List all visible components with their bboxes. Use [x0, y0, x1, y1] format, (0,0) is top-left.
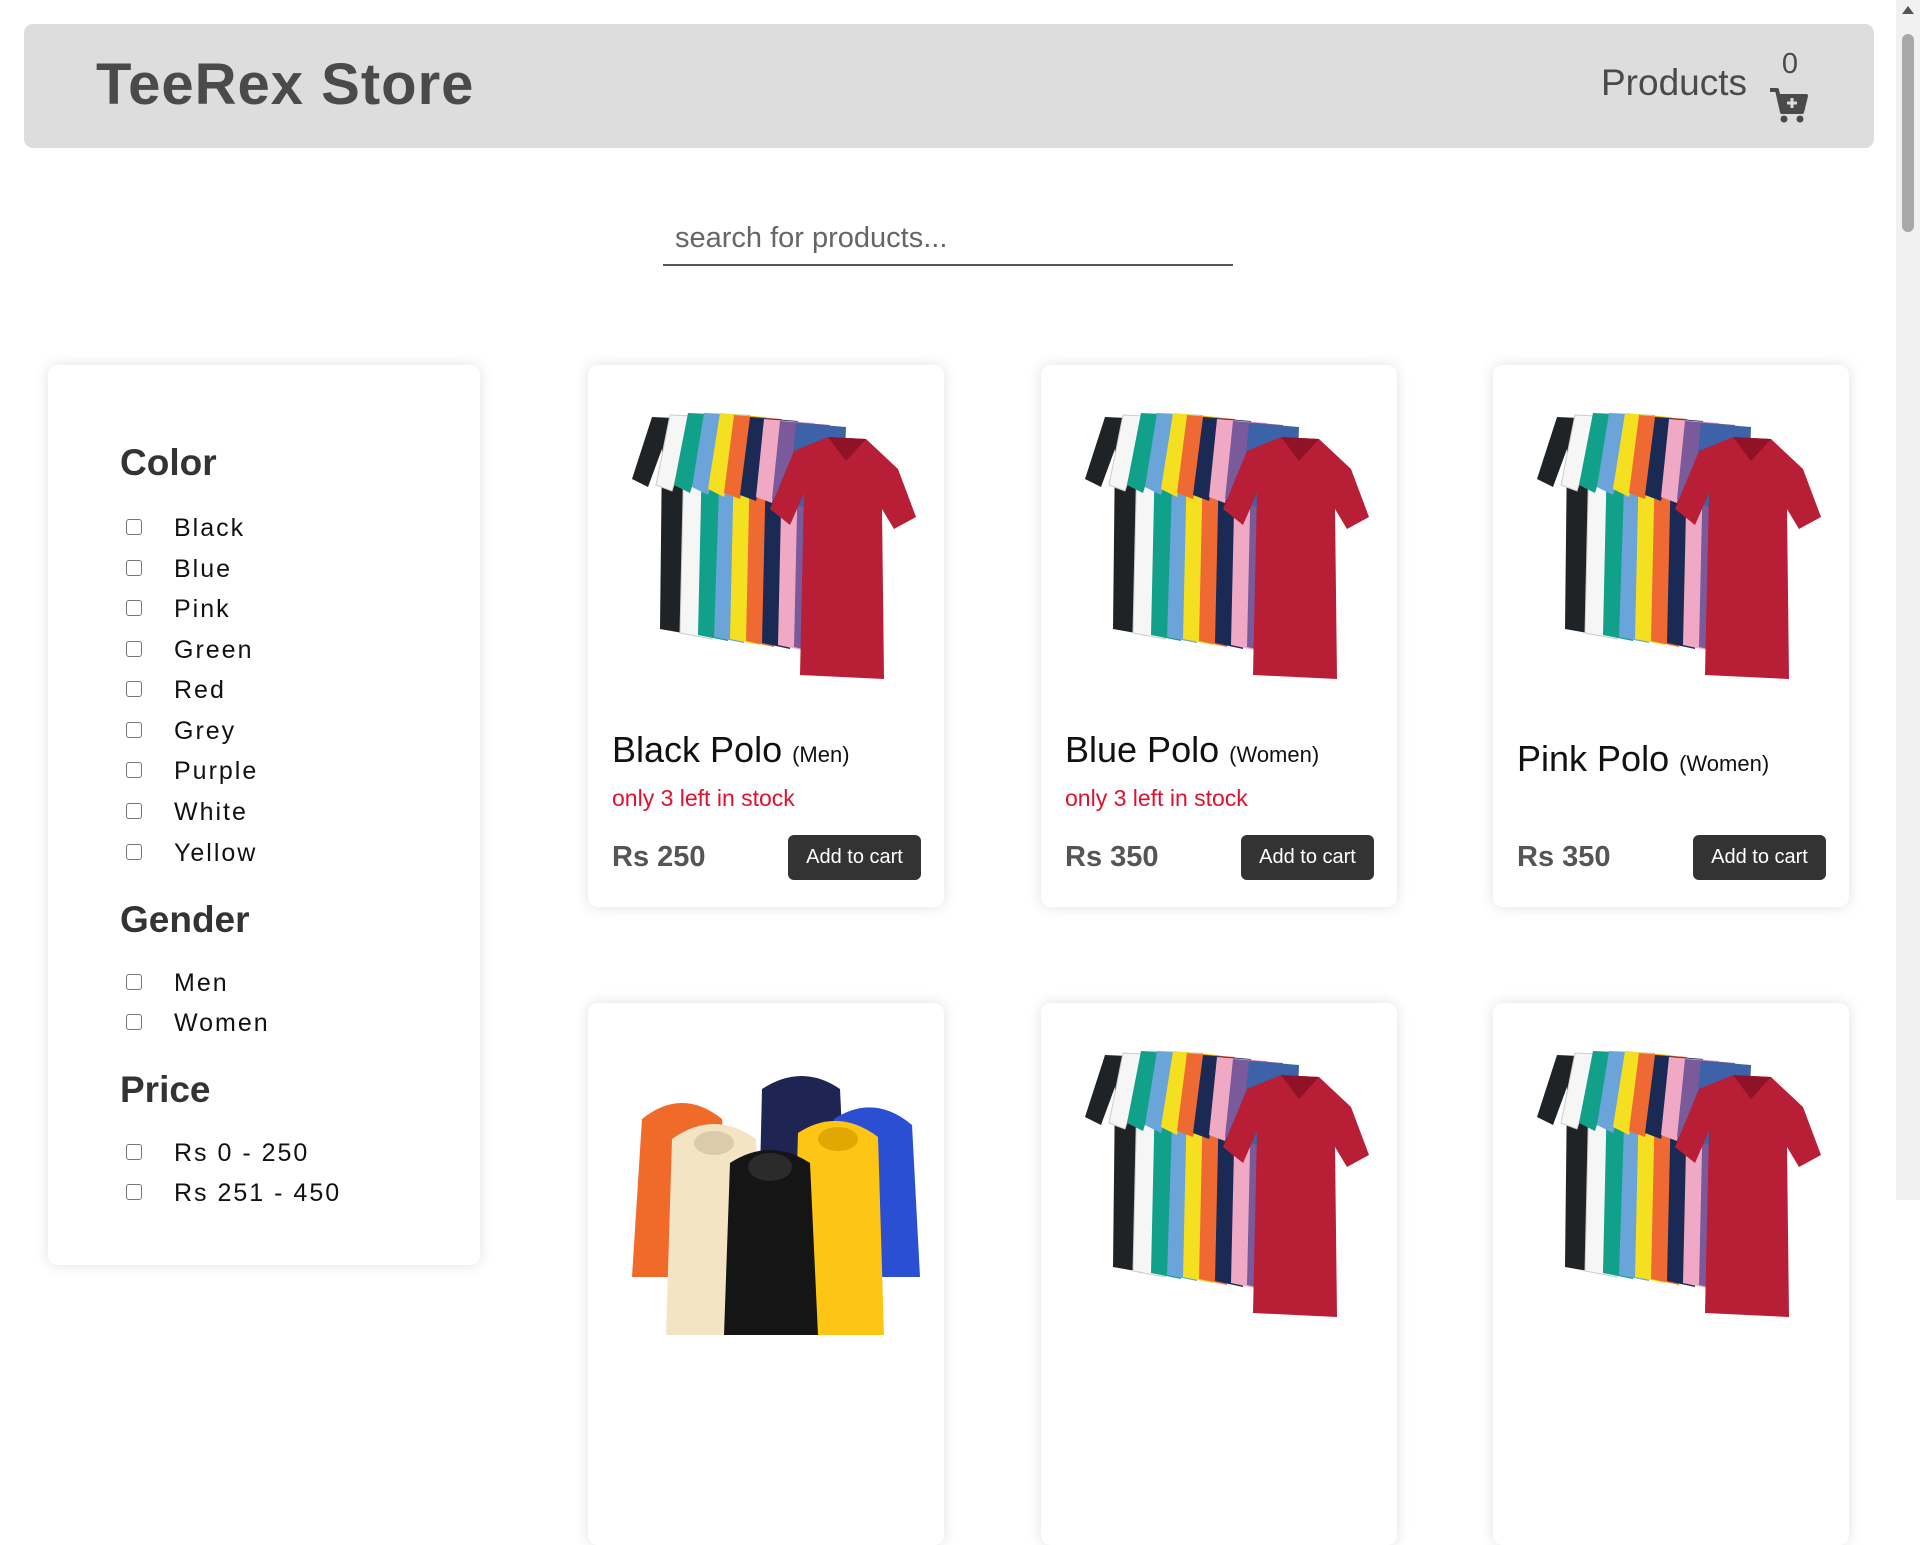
price-option-0-250[interactable]: Rs 0 - 250 — [126, 1137, 446, 1169]
nav-products-link[interactable]: Products — [1601, 64, 1747, 101]
checkbox[interactable] — [126, 600, 142, 616]
checkbox[interactable] — [126, 1144, 142, 1160]
product-card — [1493, 1003, 1849, 1545]
product-card — [1041, 1003, 1397, 1545]
product-image — [612, 1027, 920, 1335]
checkbox[interactable] — [126, 1184, 142, 1200]
gender-option-men[interactable]: Men — [126, 967, 446, 999]
checkbox[interactable] — [126, 762, 142, 778]
cart-count-badge: 0 — [1781, 48, 1799, 80]
add-to-cart-icon[interactable] — [1768, 84, 1810, 126]
product-name: Black Polo (Men) — [612, 729, 850, 770]
checkbox[interactable] — [126, 974, 142, 990]
checkbox[interactable] — [126, 803, 142, 819]
product-card: Pink Polo (Women) Rs 350 Add to cart — [1493, 365, 1849, 907]
color-option-grey[interactable]: Grey — [126, 715, 446, 747]
product-card — [588, 1003, 944, 1545]
product-price: Rs 250 — [612, 841, 706, 873]
checkbox[interactable] — [126, 844, 142, 860]
product-image — [1517, 389, 1825, 697]
color-option-blue[interactable]: Blue — [126, 553, 446, 585]
product-price: Rs 350 — [1065, 841, 1159, 873]
stock-warning: only 3 left in stock — [1065, 785, 1248, 811]
checkbox[interactable] — [126, 641, 142, 657]
product-price: Rs 350 — [1517, 841, 1611, 873]
product-name: Pink Polo (Women) — [1517, 738, 1770, 779]
scrollbar-thumb[interactable] — [1902, 34, 1914, 232]
add-to-cart-button[interactable]: Add to cart — [1241, 835, 1374, 880]
product-card: Blue Polo (Women) only 3 left in stock R… — [1041, 365, 1397, 907]
product-card: Black Polo (Men) only 3 left in stock Rs… — [588, 365, 944, 907]
product-image — [1065, 1027, 1373, 1335]
color-option-white[interactable]: White — [126, 796, 446, 828]
product-gender: (Men) — [792, 742, 850, 767]
product-image — [1065, 389, 1373, 697]
color-option-pink[interactable]: Pink — [126, 593, 446, 625]
checkbox[interactable] — [126, 1014, 142, 1030]
brand-title[interactable]: TeeRex Store — [96, 56, 474, 114]
color-option-green[interactable]: Green — [126, 634, 446, 666]
scroll-up-arrow-icon[interactable] — [1902, 6, 1914, 14]
color-option-black[interactable]: Black — [126, 512, 446, 544]
filter-sidebar: Color Black Blue Pink Green Red Grey Pur… — [48, 365, 480, 1265]
product-gender: (Women) — [1679, 751, 1770, 776]
color-filter-title: Color — [120, 442, 217, 483]
search-input[interactable] — [663, 212, 1233, 266]
app-header: TeeRex Store Products 0 — [24, 24, 1874, 148]
gender-filter-title: Gender — [120, 899, 250, 940]
color-option-purple[interactable]: Purple — [126, 755, 446, 787]
add-to-cart-button[interactable]: Add to cart — [788, 835, 921, 880]
product-name: Blue Polo (Women) — [1065, 729, 1320, 770]
color-option-red[interactable]: Red — [126, 674, 446, 706]
price-filter-title: Price — [120, 1069, 211, 1110]
gender-option-women[interactable]: Women — [126, 1007, 446, 1039]
price-option-251-450[interactable]: Rs 251 - 450 — [126, 1177, 446, 1209]
checkbox[interactable] — [126, 681, 142, 697]
page-scrollbar[interactable] — [1896, 0, 1920, 1200]
add-to-cart-button[interactable]: Add to cart — [1693, 835, 1826, 880]
product-image — [612, 389, 920, 697]
checkbox[interactable] — [126, 519, 142, 535]
product-image — [1517, 1027, 1825, 1335]
product-gender: (Women) — [1229, 742, 1320, 767]
checkbox[interactable] — [126, 560, 142, 576]
checkbox[interactable] — [126, 722, 142, 738]
stock-warning: only 3 left in stock — [612, 785, 795, 811]
color-option-yellow[interactable]: Yellow — [126, 837, 446, 869]
